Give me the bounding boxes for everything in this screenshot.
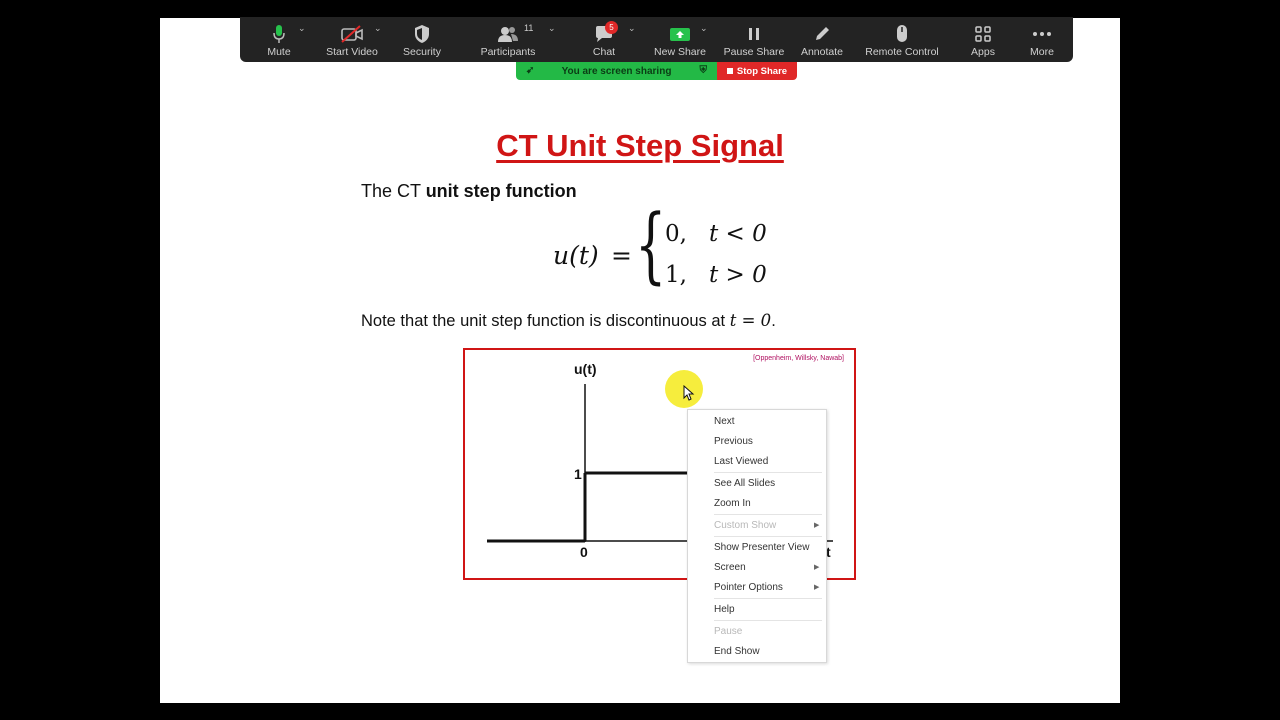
video-off-icon [340, 23, 364, 45]
menu-item-custom-show[interactable]: Custom Show ▶ [714, 518, 819, 534]
stop-share-button[interactable]: Stop Share [717, 62, 797, 80]
audio-options-chevron-down-icon[interactable]: ⌄ [298, 23, 306, 34]
note-math: t = 0 [729, 311, 772, 330]
unit-step-equation: u(t) = { 0, t < 0 1, t > 0 [553, 205, 793, 305]
submenu-arrow-icon: ▶ [814, 584, 820, 591]
menu-separator [714, 472, 822, 473]
participants-options-chevron-down-icon[interactable]: ⌄ [548, 23, 556, 34]
equation-equals: = [611, 241, 632, 270]
meeting-toolbar: Mute ⌄ Start Video ⌄ Security Participan… [240, 17, 1073, 62]
slideshow-context-menu: Next Previous Last Viewed See All Slides… [687, 409, 827, 663]
participants-label: Participants [480, 46, 536, 58]
menu-item-previous[interactable]: Previous [714, 434, 753, 450]
share-options-chevron-down-icon[interactable]: ⌄ [700, 23, 708, 34]
equation-row-2-condition: t > 0 [709, 262, 767, 288]
mouse-cursor-icon [683, 385, 695, 401]
more-button[interactable]: More [1027, 17, 1057, 62]
menu-separator [714, 514, 822, 515]
menu-item-see-all-slides[interactable]: See All Slides [714, 476, 775, 492]
video-options-chevron-down-icon[interactable]: ⌄ [374, 23, 382, 34]
share-screen-icon [669, 23, 691, 45]
apps-button[interactable]: Apps [968, 17, 998, 62]
menu-separator [714, 598, 822, 599]
microphone-icon [272, 23, 286, 45]
note-suffix: . [771, 312, 776, 330]
stop-share-label: Stop Share [736, 65, 788, 77]
menu-item-zoom-in[interactable]: Zoom In [714, 496, 751, 512]
figure-level-label: 1 [574, 466, 582, 482]
intro-prefix: The CT [361, 181, 426, 201]
menu-item-screen[interactable]: Screen ▶ [714, 560, 819, 576]
more-dots-icon [1032, 23, 1052, 45]
security-label: Security [403, 46, 441, 58]
presentation-slide: CT Unit Step Signal The CT unit step fun… [160, 18, 1120, 703]
submenu-arrow-icon: ▶ [814, 522, 820, 529]
equation-row-1-value: 0, [665, 221, 687, 247]
menu-item-help[interactable]: Help [714, 602, 735, 618]
equation-row-1-condition: t < 0 [709, 221, 767, 247]
apps-label: Apps [971, 46, 995, 58]
participants-icon [497, 23, 519, 45]
submenu-arrow-icon: ▶ [814, 564, 820, 571]
equation-row-2-value: 1, [665, 262, 687, 288]
menu-item-next[interactable]: Next [714, 414, 735, 430]
mute-button[interactable]: Mute [262, 17, 296, 62]
pause-share-button[interactable]: Pause Share [724, 17, 784, 62]
screen-sharing-banner[interactable]: ➹ You are screen sharing ⛨ [516, 62, 717, 80]
slide-title: CT Unit Step Signal [496, 128, 784, 163]
screen-sharing-status: You are screen sharing [561, 65, 672, 77]
menu-item-custom-show-label: Custom Show [714, 520, 777, 531]
new-share-label: New Share [654, 46, 706, 58]
security-button[interactable]: Security [400, 17, 444, 62]
participants-count: 11 [524, 23, 534, 33]
figure-citation: [Oppenheim, Willsky, Nawab] [753, 355, 844, 362]
menu-separator [714, 536, 822, 537]
more-label: More [1030, 46, 1054, 58]
new-share-button[interactable]: New Share [653, 17, 707, 62]
pause-share-label: Pause Share [723, 46, 785, 58]
menu-separator [714, 620, 822, 621]
pin-icon: ➹ [526, 65, 535, 76]
pencil-icon [813, 23, 831, 45]
annotate-label: Annotate [800, 46, 844, 58]
remote-control-label: Remote Control [865, 46, 939, 58]
note-prefix: Note that the unit step function is disc… [361, 312, 730, 330]
chat-unread-badge: 5 [605, 21, 618, 34]
chat-options-chevron-down-icon[interactable]: ⌄ [628, 23, 636, 34]
figure-origin-label: 0 [580, 544, 588, 560]
shield-icon [413, 23, 431, 45]
chat-label: Chat [592, 46, 616, 58]
intro-bold-term: unit step function [425, 181, 577, 201]
menu-item-pause[interactable]: Pause [714, 624, 742, 640]
pause-icon [747, 23, 761, 45]
menu-item-screen-label: Screen [714, 562, 746, 573]
discontinuity-note: Note that the unit step function is disc… [361, 311, 776, 331]
mute-label: Mute [267, 46, 291, 58]
intro-text: The CT unit step function [361, 181, 577, 202]
start-video-button[interactable]: Start Video [325, 17, 379, 62]
figure-y-label: u(t) [574, 361, 597, 377]
equation-lhs: u(t) [553, 241, 599, 270]
apps-grid-icon [974, 23, 992, 45]
menu-item-pointer-options-label: Pointer Options [714, 582, 783, 593]
stop-square-icon [726, 68, 733, 74]
menu-item-end-show[interactable]: End Show [714, 644, 760, 660]
annotate-button[interactable]: Annotate [800, 17, 844, 62]
menu-item-pointer-options[interactable]: Pointer Options ▶ [714, 580, 819, 596]
menu-item-show-presenter-view[interactable]: Show Presenter View [714, 540, 809, 556]
start-video-label: Start Video [326, 46, 378, 58]
mouse-icon [895, 23, 909, 45]
equation-brace: { [635, 198, 667, 293]
menu-item-last-viewed[interactable]: Last Viewed [714, 454, 768, 470]
shield-icon: ⛨ [699, 65, 708, 76]
remote-control-button[interactable]: Remote Control [865, 17, 939, 62]
